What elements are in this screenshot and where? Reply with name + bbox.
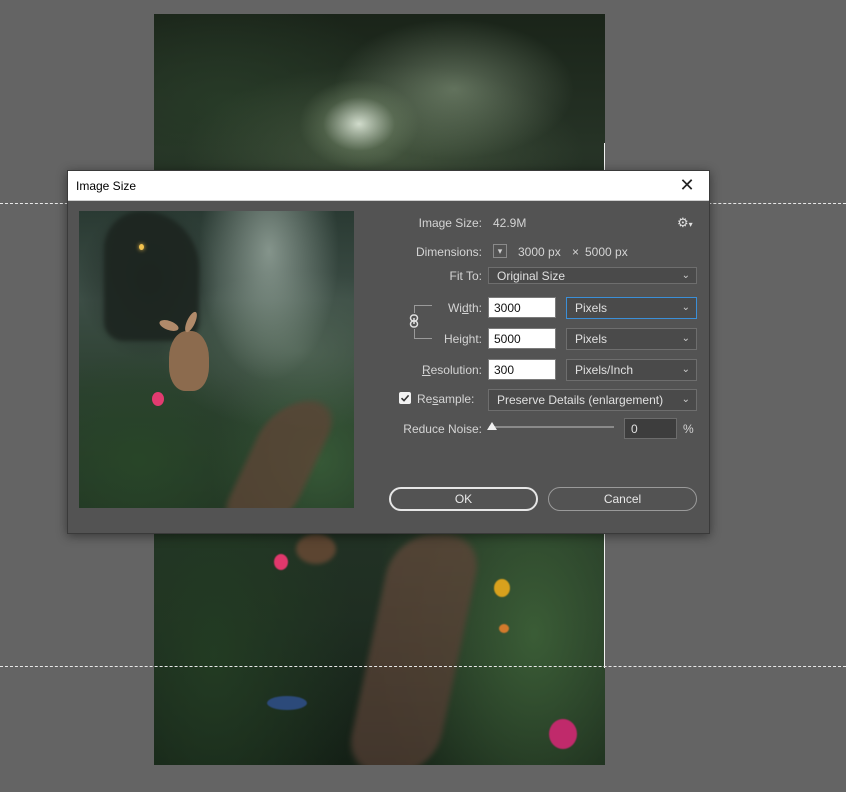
width-unit-selected: Pixels bbox=[575, 301, 608, 315]
settings-button[interactable]: ⚙▾ bbox=[677, 215, 693, 231]
canvas-egg bbox=[494, 579, 510, 597]
preview-lantern bbox=[139, 244, 144, 250]
chevron-down-icon: ⌄ bbox=[681, 302, 690, 313]
height-label: Height: bbox=[443, 332, 482, 346]
checkmark-icon bbox=[400, 394, 410, 402]
resample-label: Resample: bbox=[417, 392, 475, 406]
cancel-button[interactable]: Cancel bbox=[548, 487, 697, 511]
dimensions-height-value: 5000 px bbox=[585, 245, 628, 259]
resolution-label: Resolution: bbox=[421, 363, 482, 377]
close-icon: ✕ bbox=[679, 175, 695, 195]
dimensions-times: × bbox=[572, 245, 580, 259]
fit-to-selected: Original Size bbox=[497, 268, 566, 283]
resolution-unit-select[interactable]: Pixels/Inch ⌄ bbox=[566, 359, 697, 381]
height-input[interactable] bbox=[488, 328, 556, 349]
ok-button[interactable]: OK bbox=[389, 487, 538, 511]
resample-checkbox[interactable] bbox=[399, 392, 411, 404]
canvas-forest-path bbox=[343, 534, 485, 765]
dialog-titlebar[interactable]: Image Size ✕ bbox=[68, 171, 709, 201]
reduce-noise-slider-thumb[interactable] bbox=[487, 422, 497, 430]
canvas-egg bbox=[549, 719, 577, 749]
resolution-unit-selected: Pixels/Inch bbox=[575, 363, 634, 377]
guide-line-bottom bbox=[0, 666, 846, 667]
height-unit-select[interactable]: Pixels ⌄ bbox=[566, 328, 697, 350]
canvas-egg bbox=[274, 554, 288, 570]
resample-method-select[interactable]: Preserve Details (enlargement) ⌄ bbox=[488, 389, 697, 411]
image-size-value: 42.9M bbox=[493, 216, 527, 230]
dimensions-label: Dimensions: bbox=[415, 245, 482, 259]
resample-method-selected: Preserve Details (enlargement) bbox=[497, 393, 664, 407]
width-label: Width: bbox=[447, 301, 482, 315]
image-preview[interactable] bbox=[79, 211, 354, 508]
chevron-down-icon: ⌄ bbox=[681, 333, 690, 344]
canvas-egg bbox=[499, 624, 509, 633]
chevron-down-icon: ⌄ bbox=[681, 394, 690, 405]
dimensions-units-toggle[interactable]: ▾ bbox=[493, 244, 507, 258]
image-size-dialog: Image Size ✕ Image Size: 42.9M ⚙▾ Dimens… bbox=[67, 170, 710, 534]
close-button[interactable]: ✕ bbox=[665, 171, 709, 200]
preview-bunny bbox=[169, 331, 209, 391]
width-unit-select[interactable]: Pixels ⌄ bbox=[566, 297, 697, 319]
image-size-label: Image Size: bbox=[418, 216, 482, 230]
preview-tree-trunk bbox=[104, 211, 199, 341]
gear-dropdown-indicator: ▾ bbox=[688, 220, 693, 229]
reduce-noise-label: Reduce Noise: bbox=[403, 422, 482, 436]
canvas-bunny-fragment bbox=[296, 534, 336, 564]
chevron-down-icon: ⌄ bbox=[681, 364, 690, 375]
width-input[interactable] bbox=[488, 297, 556, 318]
gear-icon: ⚙ bbox=[677, 215, 689, 230]
resolution-input[interactable] bbox=[488, 359, 556, 380]
chevron-down-icon: ▾ bbox=[497, 245, 503, 256]
chevron-down-icon: ⌄ bbox=[681, 270, 690, 281]
reduce-noise-slider-track[interactable] bbox=[489, 426, 614, 428]
height-unit-selected: Pixels bbox=[575, 332, 608, 346]
reduce-noise-unit: % bbox=[683, 422, 694, 436]
link-icon bbox=[409, 314, 419, 328]
fit-to-select[interactable]: Original Size ⌄ bbox=[488, 267, 697, 284]
preview-egg bbox=[152, 392, 164, 406]
dialog-title: Image Size bbox=[76, 178, 137, 193]
dimensions-width-value: 3000 px bbox=[518, 245, 561, 259]
reduce-noise-input[interactable] bbox=[624, 418, 677, 439]
preview-forest-path bbox=[213, 401, 345, 508]
constrain-proportions-button[interactable] bbox=[407, 313, 421, 329]
canvas-egg bbox=[267, 696, 307, 710]
fit-to-label: Fit To: bbox=[449, 269, 482, 283]
